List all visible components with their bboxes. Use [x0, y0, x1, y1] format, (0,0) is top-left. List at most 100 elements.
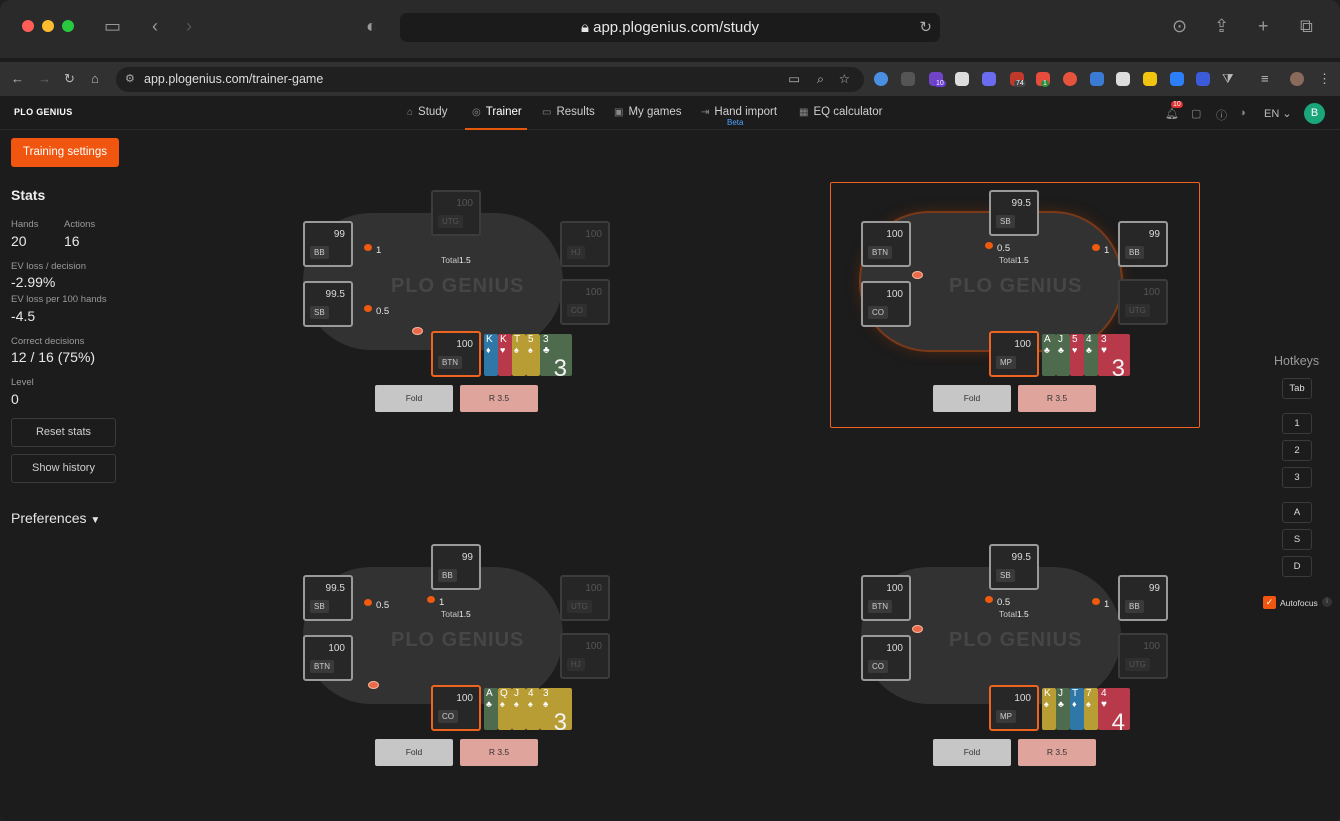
show-history-button[interactable]: Show history: [11, 454, 116, 483]
site-settings-icon[interactable]: ⚙: [125, 67, 135, 92]
info-icon[interactable]: ⓘ: [1216, 107, 1227, 123]
nav-results[interactable]: ▭ Results: [542, 106, 595, 118]
share-icon[interactable]: ⇪: [1214, 16, 1229, 36]
reset-stats-button[interactable]: Reset stats: [11, 418, 116, 447]
bell-icon[interactable]: 🔔︎: [1165, 107, 1179, 120]
hotkey-tab[interactable]: Tab: [1282, 378, 1312, 399]
plogenius-logo[interactable]: PLO GENIUS: [14, 107, 73, 117]
lock-icon: 🔒︎: [580, 19, 594, 36]
downloads-icon[interactable]: ⊙: [1172, 16, 1187, 36]
stack-size: 99.5: [325, 583, 345, 594]
stack-size: 99.5: [1011, 552, 1031, 563]
position-label: BTN: [310, 660, 334, 673]
active-tab-indicator: [465, 128, 527, 130]
position-label: SB: [996, 569, 1015, 582]
chrome-address-bar[interactable]: ⚙ app.plogenius.com/trainer-game ▭ ⌕ ☆: [116, 67, 864, 92]
seat-top: 99 BB: [431, 544, 481, 590]
shield-extension-icon[interactable]: [955, 72, 969, 86]
position-label: SB: [310, 306, 329, 319]
hotkey-1[interactable]: 1: [1282, 413, 1312, 434]
raise-button[interactable]: R 3.5: [460, 385, 538, 412]
home-icon[interactable]: ⌂: [91, 71, 99, 87]
translate-extension-icon[interactable]: [874, 72, 888, 86]
hotkey-a[interactable]: A: [1282, 502, 1312, 523]
tab-overview-icon[interactable]: ⧉: [1300, 16, 1313, 36]
extension-icon[interactable]: [1063, 72, 1077, 86]
back-icon[interactable]: ←: [11, 71, 24, 87]
bookmark-star-icon[interactable]: ☆: [839, 67, 850, 92]
hotkey-2[interactable]: 2: [1282, 440, 1312, 461]
cast-icon[interactable]: ▭: [788, 67, 800, 92]
minimize-window-button[interactable]: [42, 20, 54, 32]
raise-button[interactable]: R 3.5: [460, 739, 538, 766]
nav-eq-calculator[interactable]: ▦ EQ calculator: [799, 106, 882, 118]
back-icon[interactable]: ‹: [152, 16, 158, 36]
chrome-menu-icon[interactable]: ⋮: [1318, 71, 1331, 87]
stats-title: Stats: [11, 187, 46, 203]
hotkey-s[interactable]: S: [1282, 529, 1312, 550]
seat-tl: 100 BTN: [861, 575, 911, 621]
extension-icon[interactable]: [1090, 72, 1104, 86]
fold-button[interactable]: Fold: [375, 739, 453, 766]
card: T ♠: [512, 334, 526, 376]
extension-icon[interactable]: [1143, 72, 1157, 86]
zoom-icon[interactable]: ⌕: [817, 67, 824, 92]
focused-table-frame: [830, 182, 1200, 428]
level-label: Level: [11, 377, 34, 388]
fold-button[interactable]: Fold: [375, 385, 453, 412]
poker-table[interactable]: PLO GENIUS 99.5 SB 99 BB 100 UTG 100 BTN…: [821, 544, 1201, 784]
language-select[interactable]: EN ⌄: [1264, 107, 1292, 120]
sidebar-toggle-icon[interactable]: ▭: [104, 16, 121, 36]
nav-study[interactable]: ⌂ Study: [407, 106, 447, 118]
card: 4 ♠: [526, 688, 540, 730]
extension-icon[interactable]: [1170, 72, 1184, 86]
camera-extension-icon[interactable]: [901, 72, 915, 86]
stack-size: 100: [585, 641, 602, 652]
nav-hand-import[interactable]: ⇥ Hand import: [701, 106, 777, 118]
fold-button[interactable]: Fold: [933, 739, 1011, 766]
hand-rank-number: 4: [1111, 709, 1125, 736]
user-avatar[interactable]: B: [1304, 103, 1325, 124]
chip-icon: [364, 599, 372, 606]
forward-icon[interactable]: →: [38, 71, 51, 87]
chip-icon: [364, 244, 372, 251]
safari-address-bar[interactable]: 🔒︎ app.plogenius.com/study ↻: [400, 13, 940, 42]
poker-table[interactable]: PLO GENIUS 99 BB 100 UTG 100 HJ 99.5 SB …: [263, 544, 643, 784]
chat-icon[interactable]: ▢: [1191, 107, 1201, 120]
privacy-shield-icon[interactable]: ◐: [366, 16, 377, 36]
extension-badge: 10: [934, 80, 946, 87]
raise-button[interactable]: R 3.5: [1018, 739, 1096, 766]
zoom-window-button[interactable]: [62, 20, 74, 32]
hotkey-d[interactable]: D: [1282, 556, 1312, 577]
vpn-extension-icon[interactable]: [982, 72, 996, 86]
info-icon[interactable]: i: [1322, 597, 1332, 607]
nav-my-games[interactable]: ▣ My games: [614, 106, 682, 118]
hotkey-3[interactable]: 3: [1282, 467, 1312, 488]
chart-icon: ▭: [542, 107, 552, 118]
forward-icon[interactable]: ›: [186, 16, 192, 36]
autofocus-checkbox[interactable]: ✓: [1263, 596, 1276, 609]
extensions-puzzle-icon[interactable]: ⧩: [1222, 71, 1234, 87]
card: 4 ♥ 4: [1098, 688, 1130, 736]
reload-icon[interactable]: ↻: [919, 13, 932, 42]
extension-icon[interactable]: [1196, 72, 1210, 86]
training-settings-button[interactable]: Training settings: [11, 138, 119, 167]
close-window-button[interactable]: [22, 20, 34, 32]
position-label: BTN: [868, 600, 892, 613]
stack-size: 100: [456, 198, 473, 209]
reading-list-icon[interactable]: ≡: [1261, 71, 1269, 87]
hole-cards: K ♦ K ♥ T ♠ 5 ♠ 3 ♣ 3: [484, 334, 572, 381]
poker-table[interactable]: PLO GENIUS 100 UTG 100 HJ 100 CO 99 BB 9…: [263, 190, 643, 430]
preferences-toggle[interactable]: Preferences ▼: [11, 510, 100, 526]
extension-icon[interactable]: [1116, 72, 1130, 86]
new-tab-icon[interactable]: +: [1258, 16, 1269, 36]
reload-icon[interactable]: ↻: [64, 71, 75, 87]
nav-trainer[interactable]: ◎ Trainer: [472, 106, 522, 118]
stack-size: 99: [461, 552, 473, 563]
card: 3 ♣ 3: [540, 334, 572, 381]
felt-logo: PLO GENIUS: [949, 629, 1083, 651]
correct-value: 12 / 16 (75%): [11, 349, 96, 365]
profile-avatar-icon[interactable]: [1290, 72, 1304, 86]
theme-icon[interactable]: ◑: [1239, 107, 1246, 119]
seat-tl: 99 BB: [303, 221, 353, 267]
